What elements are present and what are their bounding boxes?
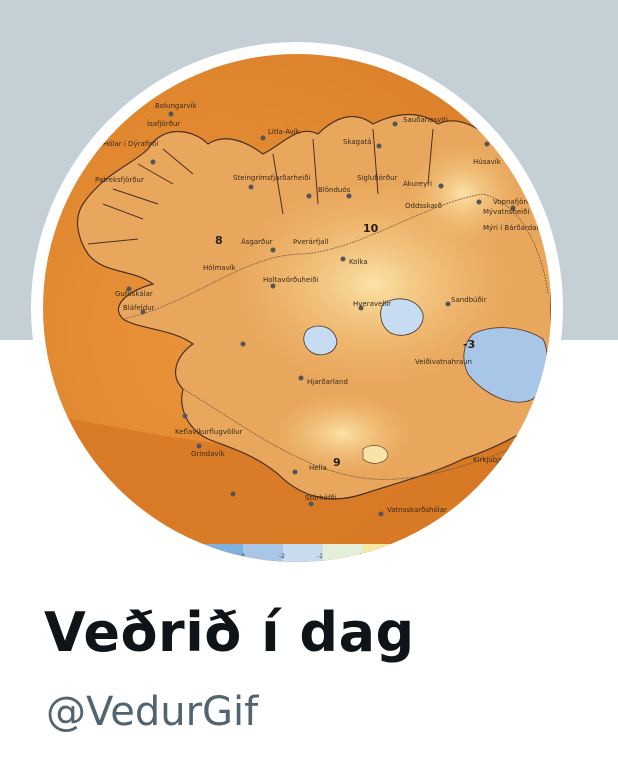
map-label: Patreksfjörður	[95, 176, 144, 184]
scale-label: -1	[317, 553, 323, 560]
avatar-weather-map-image: Bolungarvík Ísafjörður Hólar í Dýrafirði…	[43, 54, 551, 562]
map-label: Þverárfjall	[293, 238, 328, 246]
map-label: Hveravellir	[353, 300, 391, 308]
map-label: Skagatá	[343, 138, 371, 146]
profile-display-name: Veðrið í dag	[44, 601, 415, 664]
map-label: Litla-Ávík	[268, 127, 301, 136]
scale-label: -3	[239, 553, 245, 560]
map-label: Siglufjörður	[357, 174, 398, 182]
map-label: Veiðivatnahraun	[415, 358, 472, 366]
map-label: Ísafjörður	[147, 119, 180, 128]
map-label: Holtavörðuheiði	[263, 276, 319, 284]
color-scale: -3 -2 -1 0	[203, 544, 443, 562]
map-label: Stórhöfði	[305, 494, 337, 502]
profile-handle: @VedurGif	[46, 689, 259, 735]
map-label: Húsavík	[473, 158, 502, 166]
map-label: Vatnsskarðshólar	[387, 506, 447, 514]
map-label: Blönduós	[318, 186, 351, 194]
map-label: Oddsskarð	[405, 202, 442, 210]
map-value: 8	[215, 234, 223, 247]
map-label: Hólar í Dýrafirði	[103, 140, 158, 148]
map-label: Sandbúðir	[451, 296, 487, 304]
map-label: Mývatnsheiði	[483, 208, 529, 216]
map-value: -3	[463, 338, 475, 351]
map-label: Hella	[309, 464, 327, 472]
map-label: Keflavíkurflugvöllur	[175, 428, 243, 436]
scale-label: -2	[279, 553, 285, 560]
map-label: Steingrímsfjarðarheiði	[233, 174, 310, 182]
glacier-myrdalsjokull	[362, 445, 389, 464]
map-label: Mýri í Bárðardal	[483, 224, 538, 232]
map-label: Ásgarður	[241, 237, 273, 246]
weather-map: Bolungarvík Ísafjörður Hólar í Dýrafirði…	[43, 54, 551, 562]
map-label: Sauðanesviti	[403, 116, 448, 124]
map-label: Hjarðarland	[307, 378, 348, 386]
avatar[interactable]: Bolungarvík Ísafjörður Hólar í Dýrafirði…	[31, 42, 563, 574]
map-value: 9	[333, 456, 341, 469]
map-label: Vopnafjörður	[493, 198, 538, 206]
map-label: Bláfeldur	[123, 304, 155, 312]
map-value: 10	[363, 222, 379, 235]
map-label: Kolka	[349, 258, 368, 266]
scale-label: 0	[359, 553, 363, 560]
map-label: Bolungarvík	[155, 102, 198, 110]
map-label: Gufuskálar	[115, 290, 153, 298]
map-label: Kirkjubæjarklaustur	[473, 456, 542, 464]
map-label: Grindavík	[191, 450, 226, 458]
map-label: Akureyri	[403, 180, 432, 188]
map-label: Hólmavík	[203, 264, 237, 272]
